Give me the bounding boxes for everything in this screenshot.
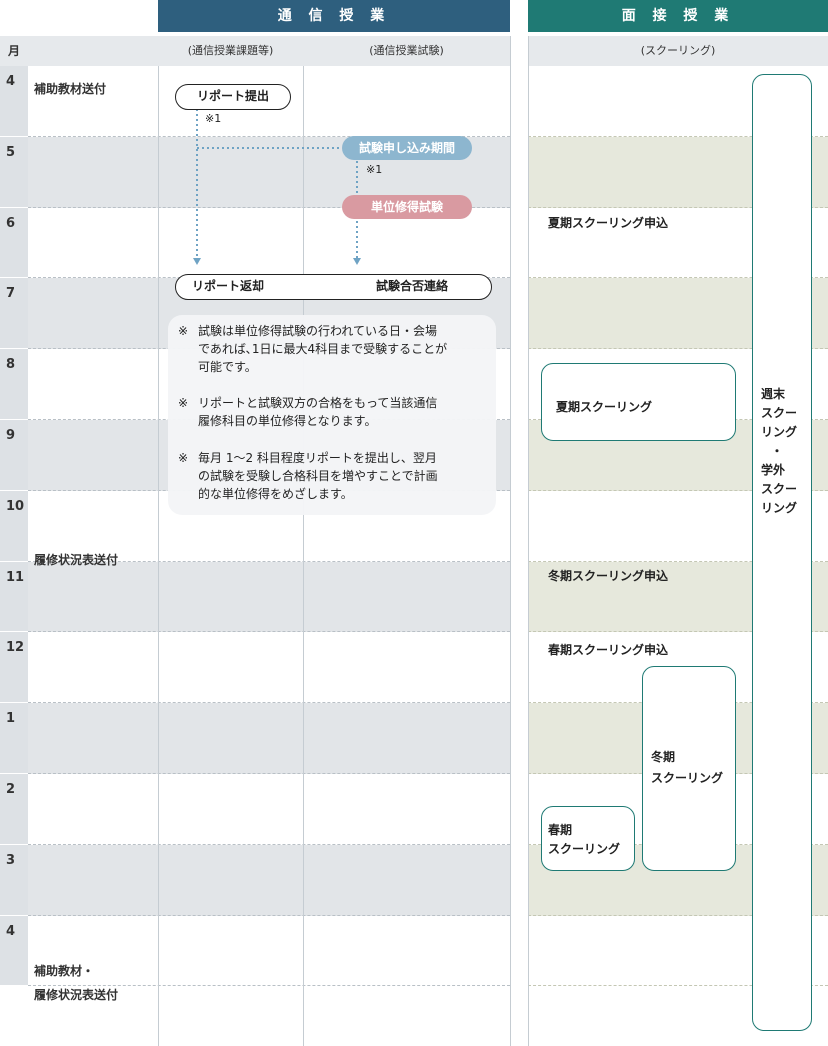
- weekend-schooling-line: スクー: [761, 482, 798, 496]
- note-3-line-2: の試験を受験し合格科目を増やすことで計画: [198, 469, 438, 483]
- note-mark-1b: ※1: [366, 163, 383, 176]
- note-2-line-2: 履修科目の単位修得となります。: [198, 414, 377, 428]
- weekend-offsite-schooling-box: 週末 スクー リング・学外 スクー リング: [752, 74, 812, 1031]
- weekend-schooling-label: 週末 スクー リング・学外 スクー リング: [761, 385, 797, 518]
- note-2-line-1: リポートと試験双方の合格をもって当該通信: [198, 396, 438, 410]
- weekend-schooling-line: スクー: [761, 406, 798, 420]
- note-1-line-2: であれば､1日に最大4科目まで受験することが: [198, 342, 448, 356]
- note-1-line-1: 試験は単位修得試験の行われている日・会場: [198, 324, 438, 338]
- spring-schooling-label-1: 春期: [548, 823, 573, 837]
- weekend-schooling-line: 学外: [761, 463, 786, 477]
- exam-result-label: 試験合否連絡: [376, 279, 449, 293]
- note-mark-1a: ※1: [205, 112, 222, 125]
- weekend-schooling-line: リング: [761, 501, 798, 515]
- credit-exam-pill: 単位修得試験: [342, 195, 472, 219]
- note-3-line-1: 毎月 1〜2 科目程度リポートを提出し、翌月: [198, 451, 437, 465]
- note-mark: ※: [178, 451, 189, 465]
- report-return-label: リポート返却: [192, 279, 265, 293]
- summer-schooling-box: 夏期スクーリング: [541, 363, 736, 441]
- note-1-line-3: 可能です。: [198, 360, 257, 374]
- winter-schooling-box: 冬期 スクーリング: [642, 666, 736, 871]
- spring-schooling-box: 春期 スクーリング: [541, 806, 635, 871]
- notes-box: ※ 試験は単位修得試験の行われている日・会場 であれば､1日に最大4科目まで受験…: [168, 315, 496, 515]
- weekend-schooling-line: リング: [761, 425, 798, 439]
- exam-application-period-pill: 試験申し込み期間: [342, 136, 472, 160]
- spring-schooling-application: 春期スクーリング申込: [548, 643, 669, 657]
- weekend-schooling-line: 週末: [761, 387, 786, 401]
- report-return-pill: リポート返却 試験合否連絡: [175, 274, 492, 300]
- winter-schooling-application: 冬期スクーリング申込: [548, 569, 669, 583]
- summer-schooling-label: 夏期スクーリング: [556, 400, 653, 414]
- winter-schooling-label-2: スクーリング: [651, 771, 724, 785]
- winter-schooling-label-1: 冬期: [651, 750, 676, 764]
- summer-schooling-application: 夏期スクーリング申込: [548, 216, 669, 230]
- note-3-line-3: 的な単位修得をめざします。: [198, 487, 353, 501]
- report-submit-label: リポート提出: [196, 89, 269, 103]
- note-mark: ※: [178, 324, 189, 338]
- weekend-schooling-line: ・: [771, 444, 784, 458]
- note-mark: ※: [178, 396, 189, 410]
- report-submit-pill: リポート提出: [175, 84, 291, 110]
- spring-schooling-label-2: スクーリング: [548, 842, 621, 856]
